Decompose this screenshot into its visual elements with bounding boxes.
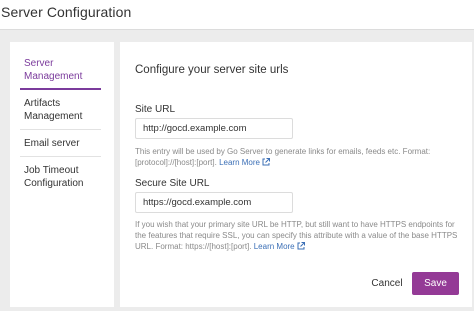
main-panel: Configure your server site urls Site URL… [120,42,472,307]
section-heading: Configure your server site urls [135,64,289,76]
sidebar-divider [20,129,101,130]
cancel-button[interactable]: Cancel [365,272,409,294]
sidebar: Server Management Artifacts Management E… [10,42,114,307]
external-link-icon [297,242,305,250]
site-url-input[interactable] [135,118,293,139]
page-title: Server Configuration [1,4,132,20]
app-header: Server Configuration [0,0,474,30]
secure-site-url-help: If you wish that your primary site URL b… [135,219,460,252]
secure-site-url-label: Secure Site URL [135,178,210,189]
site-url-help: This entry will be used by Go Server to … [135,146,460,168]
sidebar-item-email-server[interactable]: Email server [24,137,101,150]
site-url-label: Site URL [135,104,176,115]
sidebar-divider [20,156,101,157]
external-link-icon [262,158,270,166]
secure-site-url-learn-more-label: Learn More [253,242,295,251]
secure-site-url-learn-more-link[interactable]: Learn More [254,242,305,251]
sidebar-item-server-management[interactable]: Server Management [24,57,101,83]
site-url-learn-more-label: Learn More [219,158,260,167]
secure-site-url-input[interactable] [135,192,293,213]
site-url-learn-more-link[interactable]: Learn More [219,158,270,167]
sidebar-item-artifacts-management[interactable]: Artifacts Management [24,97,101,123]
save-button[interactable]: Save [412,272,459,295]
sidebar-item-job-timeout-configuration[interactable]: Job Timeout Configuration [24,164,101,190]
site-url-help-text: This entry will be used by Go Server to … [135,147,431,167]
sidebar-active-indicator [20,88,101,90]
